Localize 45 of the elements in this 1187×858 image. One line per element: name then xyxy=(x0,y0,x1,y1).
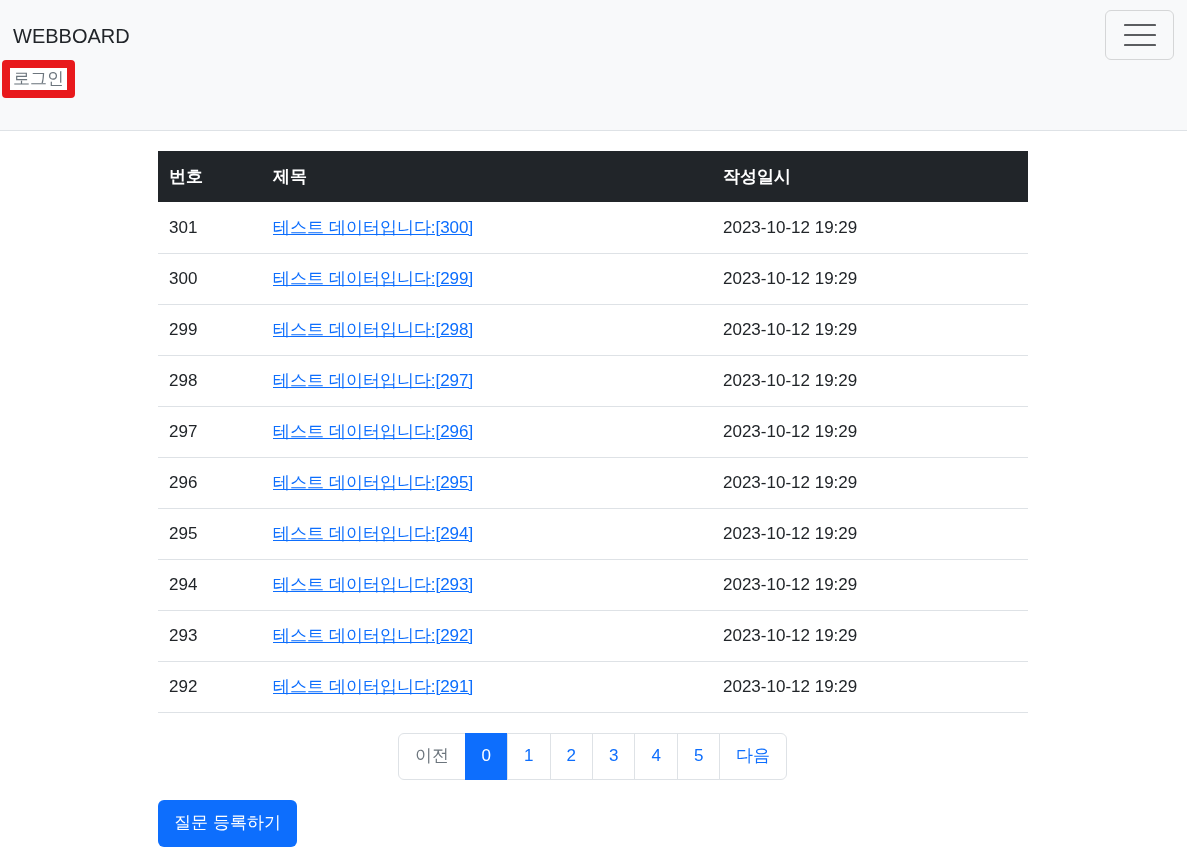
title-link[interactable]: 테스트 데이터입니다:[295] xyxy=(273,472,474,492)
date-cell: 2023-10-12 19:29 xyxy=(712,508,1028,559)
date-cell: 2023-10-12 19:29 xyxy=(712,661,1028,712)
date-cell: 2023-10-12 19:29 xyxy=(712,610,1028,661)
title-link[interactable]: 테스트 데이터입니다:[293] xyxy=(273,574,474,594)
number-cell: 300 xyxy=(158,253,262,304)
title-link[interactable]: 테스트 데이터입니다:[299] xyxy=(273,268,474,288)
date-cell: 2023-10-12 19:29 xyxy=(712,457,1028,508)
number-cell: 298 xyxy=(158,355,262,406)
title-link[interactable]: 테스트 데이터입니다:[294] xyxy=(273,523,474,543)
date-cell: 2023-10-12 19:29 xyxy=(712,355,1028,406)
column-header: 제목 xyxy=(262,151,712,202)
date-cell: 2023-10-12 19:29 xyxy=(712,559,1028,610)
title-link[interactable]: 테스트 데이터입니다:[297] xyxy=(273,370,474,390)
number-cell: 297 xyxy=(158,406,262,457)
page-button[interactable]: 2 xyxy=(549,732,593,780)
number-cell: 293 xyxy=(158,610,262,661)
date-cell: 2023-10-12 19:29 xyxy=(712,202,1028,253)
page-button[interactable]: 4 xyxy=(634,732,678,780)
column-header: 번호 xyxy=(158,151,262,202)
date-cell: 2023-10-12 19:29 xyxy=(712,253,1028,304)
title-link[interactable]: 테스트 데이터입니다:[298] xyxy=(273,319,474,339)
title-link[interactable]: 테스트 데이터입니다:[296] xyxy=(273,421,474,441)
number-cell: 294 xyxy=(158,559,262,610)
number-cell: 299 xyxy=(158,304,262,355)
login-link[interactable]: 로그인 xyxy=(2,60,75,98)
number-cell: 301 xyxy=(158,202,262,253)
number-cell: 296 xyxy=(158,457,262,508)
number-cell: 295 xyxy=(158,508,262,559)
page-button[interactable]: 1 xyxy=(507,732,551,780)
title-link[interactable]: 테스트 데이터입니다:[300] xyxy=(273,217,474,237)
page-button[interactable]: 0 xyxy=(464,732,509,780)
page-button[interactable]: 5 xyxy=(676,732,721,780)
menu-icon xyxy=(1123,23,1156,47)
title-link[interactable]: 테스트 데이터입니다:[292] xyxy=(273,625,474,645)
title-link[interactable]: 테스트 데이터입니다:[291] xyxy=(273,676,474,696)
number-cell: 292 xyxy=(158,661,262,712)
date-cell: 2023-10-12 19:29 xyxy=(712,406,1028,457)
date-cell: 2023-10-12 19:29 xyxy=(712,304,1028,355)
page-button[interactable]: 3 xyxy=(592,732,636,780)
create-question-button[interactable]: 질문 등록하기 xyxy=(158,799,297,847)
brand-link[interactable]: WEBBOARD xyxy=(13,22,130,50)
column-header: 작성일시 xyxy=(712,151,1028,202)
page-button[interactable]: 다음 xyxy=(719,732,788,780)
menu-toggle-button[interactable] xyxy=(1105,10,1174,60)
